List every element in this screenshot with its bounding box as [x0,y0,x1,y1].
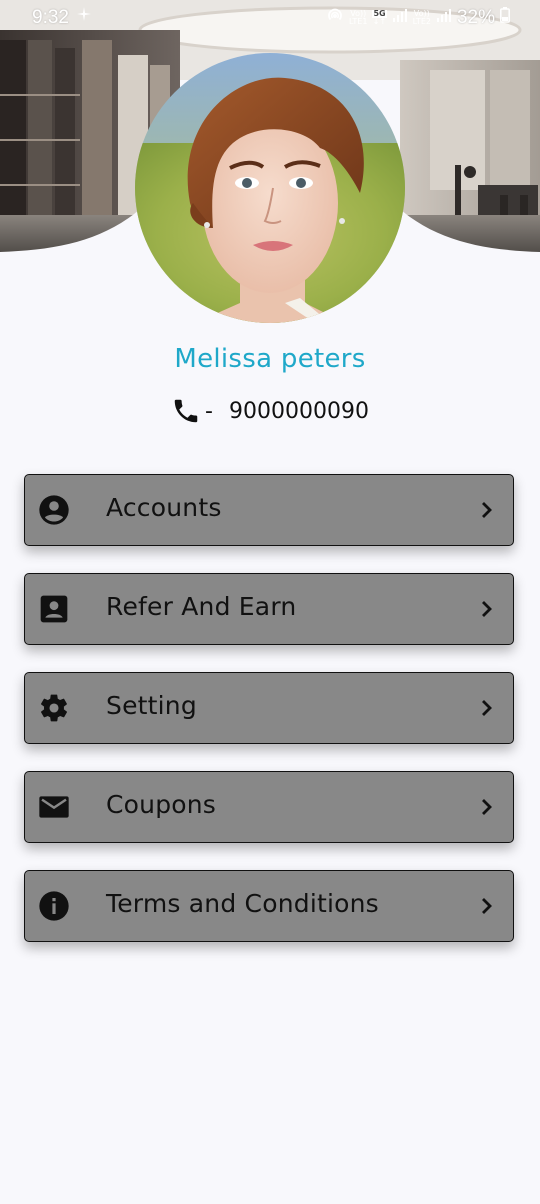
info-icon [38,890,70,922]
chevron-right-icon [477,796,497,818]
phone-number: 9000000090 [228,398,369,424]
contact-card-icon [38,593,70,625]
phone-row: - 9000000090 [0,396,540,426]
menu-item-refer-and-earn[interactable]: Refer And Earn [24,573,514,645]
status-time: 9:32 [32,7,69,28]
network-5g-label: 5G ↓↑ [372,8,387,26]
status-icons: Vo)) LTE1 5G ↓↑ Vo)) LTE2 32% [326,6,510,29]
menu-item-label: Setting [106,691,197,720]
signal-icon [436,7,452,28]
menu-item-label: Refer And Earn [106,592,297,621]
volte-lte1-label: Vo)) LTE1 [349,8,368,26]
profile-name: Melissa peters [174,344,366,374]
profile-avatar[interactable] [135,53,405,323]
hotspot-icon [326,6,344,29]
mail-icon [38,791,70,823]
menu-item-coupons[interactable]: Coupons [24,771,514,843]
menu-item-setting[interactable]: Setting [24,672,514,744]
sparkle-icon [76,6,92,27]
chevron-right-icon [477,697,497,719]
phone-icon [171,396,201,426]
account-circle-icon [38,494,70,526]
menu-item-accounts[interactable]: Accounts [24,474,514,546]
phone-separator: - [205,398,213,424]
gear-icon [38,692,70,724]
signal-icon [392,7,408,28]
menu-item-label: Coupons [106,790,217,819]
volte-lte2-label: Vo)) LTE2 [412,8,431,26]
battery-percent: 32% [456,6,495,28]
status-bar: 9:32 Vo)) LTE1 5G ↓↑ Vo)) LTE2 32% [0,0,540,36]
chevron-right-icon [477,598,497,620]
chevron-right-icon [477,499,497,521]
menu-item-label: Accounts [106,493,222,522]
menu-item-terms-and-conditions[interactable]: Terms and Conditions [24,870,514,942]
menu-item-label: Terms and Conditions [106,889,379,918]
chevron-right-icon [477,895,497,917]
battery-icon [500,7,510,28]
